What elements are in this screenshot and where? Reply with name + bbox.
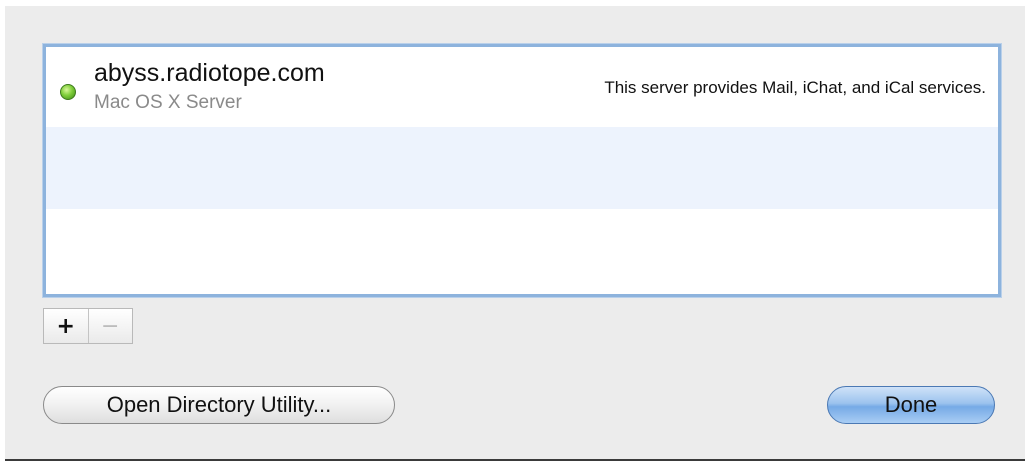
empty-row xyxy=(46,127,998,209)
server-name: abyss.radiotope.com xyxy=(94,59,325,87)
server-row[interactable]: abyss.radiotope.com Mac OS X Server This… xyxy=(46,47,998,127)
server-list[interactable]: abyss.radiotope.com Mac OS X Server This… xyxy=(43,44,1001,297)
add-server-button[interactable]: + xyxy=(44,309,89,343)
server-sheet: abyss.radiotope.com Mac OS X Server This… xyxy=(5,6,1025,461)
done-button[interactable]: Done xyxy=(827,386,995,424)
open-directory-utility-button[interactable]: Open Directory Utility... xyxy=(43,386,395,424)
remove-server-button[interactable]: − xyxy=(89,309,133,343)
status-dot-icon xyxy=(60,84,76,100)
empty-row xyxy=(46,209,998,294)
server-description: This server provides Mail, iChat, and iC… xyxy=(604,78,986,97)
server-type: Mac OS X Server xyxy=(94,92,242,113)
add-remove-control: + − xyxy=(43,308,133,344)
